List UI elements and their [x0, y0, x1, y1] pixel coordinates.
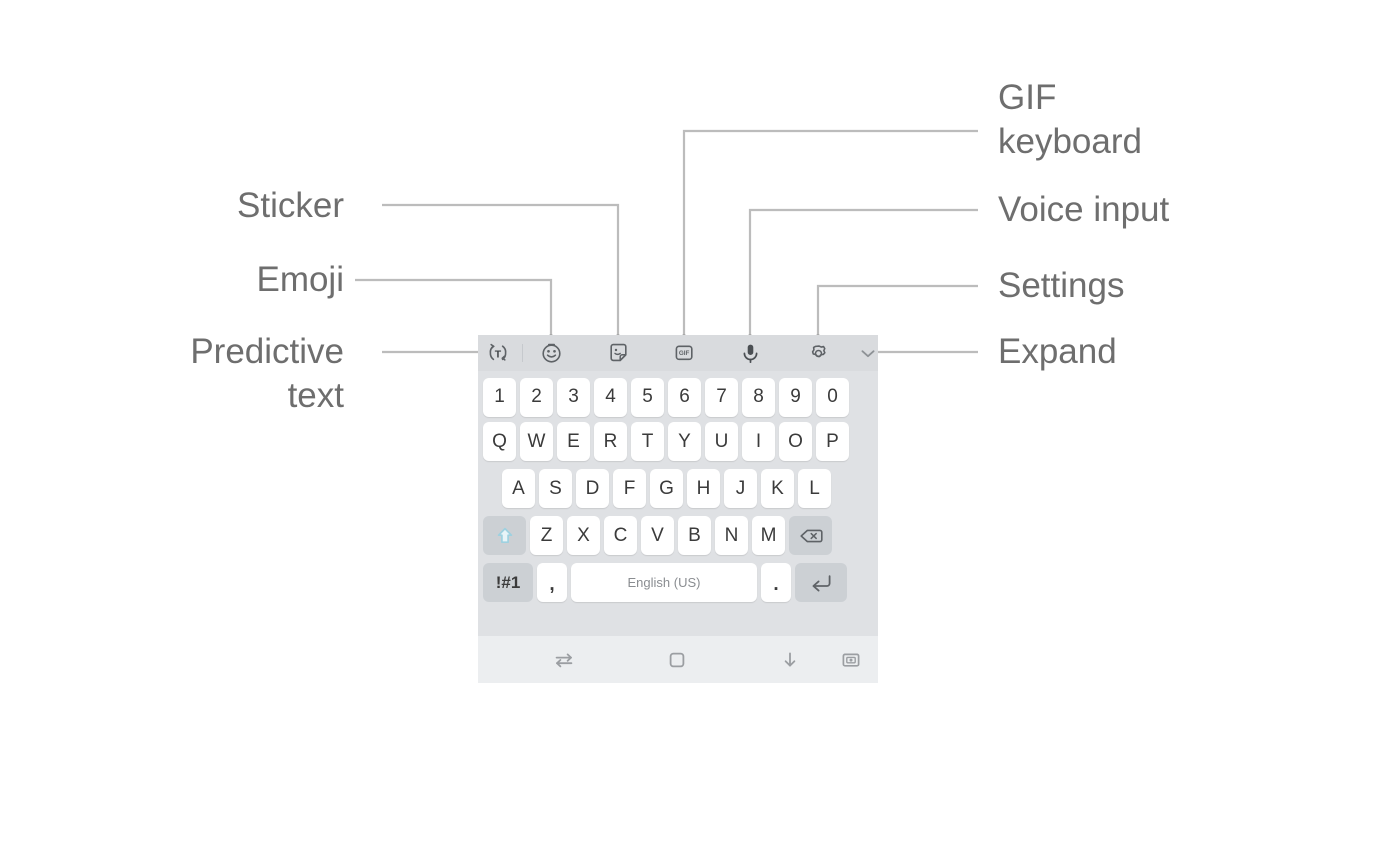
key-8[interactable]: 8 — [742, 377, 775, 417]
keyboard-toolbar: T GIF — [478, 335, 878, 371]
shift-arrow-icon — [497, 527, 512, 543]
key-h[interactable]: H — [687, 469, 720, 508]
gif-icon[interactable]: GIF — [670, 340, 698, 366]
key-y[interactable]: Y — [668, 422, 701, 461]
shift-key[interactable] — [483, 516, 526, 555]
backspace-key[interactable] — [789, 516, 832, 555]
key-t[interactable]: T — [631, 422, 664, 461]
key-a[interactable]: A — [502, 469, 535, 508]
key-g[interactable]: G — [650, 469, 683, 508]
key-o[interactable]: O — [779, 422, 812, 461]
key-z[interactable]: Z — [530, 516, 563, 555]
leader-emoji — [355, 278, 553, 338]
toolbar-divider — [522, 344, 523, 362]
key-6[interactable]: 6 — [668, 377, 701, 417]
key-q[interactable]: Q — [483, 422, 516, 461]
key-i[interactable]: I — [742, 422, 775, 461]
key-row-top: Q W E R T Y U I O P — [478, 418, 878, 465]
home-icon[interactable] — [662, 645, 692, 675]
key-j[interactable]: J — [724, 469, 757, 508]
svg-text:T: T — [495, 349, 502, 361]
key-p[interactable]: P — [816, 422, 849, 461]
key-v[interactable]: V — [641, 516, 674, 555]
callout-label-emoji: Emoji — [256, 260, 344, 299]
key-5[interactable]: 5 — [631, 377, 664, 417]
period-key[interactable]: . — [761, 563, 791, 602]
keyboard-panel: T GIF 1 2 3 4 5 6 7 8 9 0 Q W E R T Y U … — [478, 335, 878, 683]
key-4[interactable]: 4 — [594, 377, 627, 417]
key-u[interactable]: U — [705, 422, 738, 461]
key-e[interactable]: E — [557, 422, 590, 461]
svg-text:GIF: GIF — [678, 350, 689, 357]
symbols-key[interactable]: !#1 — [483, 563, 533, 602]
callout-label-expand: Expand — [998, 332, 1117, 371]
key-s[interactable]: S — [539, 469, 572, 508]
key-b[interactable]: B — [678, 516, 711, 555]
key-7[interactable]: 7 — [705, 377, 738, 417]
backspace-icon — [799, 529, 823, 542]
key-1[interactable]: 1 — [483, 377, 516, 417]
key-d[interactable]: D — [576, 469, 609, 508]
enter-arrow-icon — [812, 574, 831, 591]
leader-voice — [748, 208, 978, 338]
key-row-bottom: Z X C V B N M — [478, 512, 878, 559]
predictive-text-icon[interactable]: T — [484, 340, 512, 366]
android-nav-bar — [478, 636, 878, 683]
sticker-icon[interactable] — [604, 340, 632, 366]
callout-label-settings: Settings — [998, 266, 1125, 305]
leader-settings — [816, 284, 978, 338]
key-9[interactable]: 9 — [779, 377, 812, 417]
key-row-space: !#1 , English (US) . — [478, 559, 878, 606]
key-row-numbers: 1 2 3 4 5 6 7 8 9 0 — [478, 371, 878, 418]
key-2[interactable]: 2 — [520, 377, 553, 417]
microphone-icon[interactable] — [736, 340, 764, 366]
key-w[interactable]: W — [520, 422, 553, 461]
callout-label-voice-input: Voice input — [998, 190, 1170, 229]
gear-icon[interactable] — [804, 340, 832, 366]
keyboard-switch-icon[interactable] — [836, 645, 866, 675]
key-3[interactable]: 3 — [557, 377, 590, 417]
recents-icon[interactable] — [549, 645, 579, 675]
chevron-down-icon[interactable] — [854, 340, 882, 366]
key-c[interactable]: C — [604, 516, 637, 555]
leader-sticker — [382, 203, 620, 338]
key-m[interactable]: M — [752, 516, 785, 555]
emoji-icon[interactable] — [537, 340, 565, 366]
key-n[interactable]: N — [715, 516, 748, 555]
comma-key[interactable]: , — [537, 563, 567, 602]
keyboard-keys: 1 2 3 4 5 6 7 8 9 0 Q W E R T Y U I O P … — [478, 371, 878, 606]
hide-keyboard-icon[interactable] — [775, 645, 805, 675]
key-0[interactable]: 0 — [816, 377, 849, 417]
key-x[interactable]: X — [567, 516, 600, 555]
key-f[interactable]: F — [613, 469, 646, 508]
key-row-home: A S D F G H J K L — [478, 465, 878, 512]
callout-label-sticker: Sticker — [237, 186, 344, 225]
key-r[interactable]: R — [594, 422, 627, 461]
key-k[interactable]: K — [761, 469, 794, 508]
callout-label-predictive-text: Predictive text — [190, 332, 344, 415]
diagram-canvas: GIF keyboard Voice input Settings Expand… — [0, 0, 1398, 852]
enter-key[interactable] — [795, 563, 847, 602]
leader-gif — [682, 129, 978, 338]
key-l[interactable]: L — [798, 469, 831, 508]
space-key[interactable]: English (US) — [571, 563, 757, 602]
callout-label-gif-keyboard: GIF keyboard — [998, 78, 1142, 161]
